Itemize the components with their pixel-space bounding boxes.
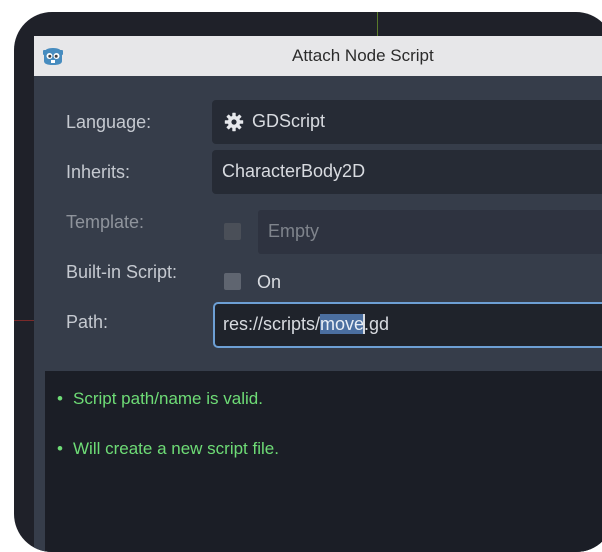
inherits-label: Inherits: xyxy=(66,162,131,182)
viewport-guide-horizontal xyxy=(14,320,34,321)
builtin-script-checkbox[interactable] xyxy=(224,273,241,290)
dialog-title: Attach Node Script xyxy=(292,46,434,65)
bullet: • xyxy=(57,439,63,458)
validation-message-text: Script path/name is valid. xyxy=(73,389,263,408)
template-label: Template: xyxy=(66,212,145,232)
template-checkbox[interactable] xyxy=(224,223,241,240)
template-value: Empty xyxy=(268,221,320,241)
validation-message: • Script path/name is valid. xyxy=(57,389,263,409)
validation-message-text: Will create a new script file. xyxy=(73,439,279,458)
path-text: res://scripts/move.gd xyxy=(223,314,389,335)
path-label: Path: xyxy=(66,312,109,332)
editor-window: Attach Node Script Language: GDScript In… xyxy=(14,12,602,552)
attach-node-script-dialog: Attach Node Script Language: GDScript In… xyxy=(34,36,602,552)
builtin-script-label: Built-in Script: xyxy=(66,262,178,282)
validation-panel: • Script path/name is valid. • Will create… xyxy=(45,371,602,552)
viewport-guide-vertical xyxy=(377,12,378,38)
godot-icon xyxy=(43,48,63,65)
gear-icon xyxy=(224,112,244,132)
template-select[interactable]: Empty xyxy=(258,210,602,254)
language-label: Language: xyxy=(66,112,152,132)
builtin-script-option[interactable]: On xyxy=(257,272,281,293)
path-input[interactable]: res://scripts/move.gd xyxy=(213,302,602,348)
validation-message: • Will create a new script file. xyxy=(57,439,279,459)
path-suffix: .gd xyxy=(364,314,390,334)
language-value: GDScript xyxy=(252,111,326,131)
path-selection: move xyxy=(320,314,365,334)
inherits-value: CharacterBody2D xyxy=(222,161,366,181)
inherits-field[interactable]: CharacterBody2D xyxy=(212,150,602,194)
path-prefix: res://scripts/ xyxy=(223,314,321,334)
dialog-titlebar[interactable]: Attach Node Script xyxy=(34,36,602,76)
language-select[interactable]: GDScript xyxy=(212,100,602,144)
bullet: • xyxy=(57,389,63,408)
